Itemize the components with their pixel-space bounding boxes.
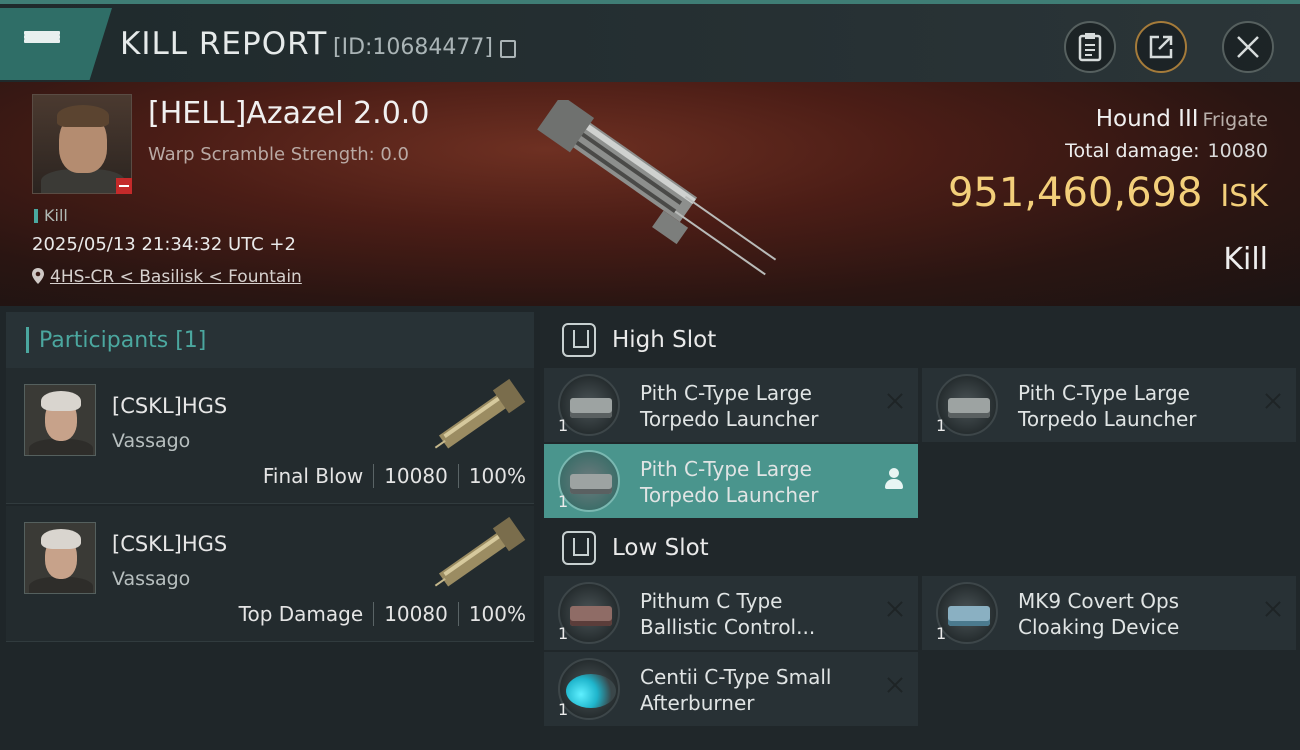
destroyed-x-icon	[884, 598, 906, 620]
kill-type: Kill	[1223, 242, 1268, 277]
participant-name: [CSKL]HGS	[112, 532, 228, 556]
close-icon	[1237, 36, 1259, 58]
menu-button[interactable]	[0, 8, 112, 80]
page-title: KILL REPORT	[120, 26, 328, 62]
participant-stats: Final Blow 10080 100%	[263, 464, 526, 488]
participant-avatar[interactable]	[24, 384, 96, 456]
high-slot-header: High Slot	[544, 310, 1294, 370]
destroyed-x-icon	[884, 674, 906, 696]
module-qty: 1	[558, 624, 569, 643]
victim-name: [HELL]Azazel 2.0.0	[148, 96, 430, 131]
participant-percent: 100%	[468, 464, 526, 488]
participants-title: Participants [1]	[39, 327, 207, 353]
participant-damage: 10080	[384, 464, 448, 488]
participants-header: Participants [1]	[6, 312, 534, 368]
module-qty: 1	[558, 492, 569, 511]
low-slot-header: Low Slot	[544, 518, 1294, 578]
destroyed-x-icon	[1262, 390, 1284, 412]
dropped-person-icon	[884, 468, 904, 490]
participant-stats: Top Damage 10080 100%	[239, 602, 526, 626]
module-name: MK9 Covert Ops Cloaking Device	[1018, 589, 1180, 639]
module-item[interactable]: 1 Pith C-Type Large Torpedo Launcher	[922, 368, 1296, 442]
victim-ship: Hound III Frigate	[1096, 106, 1268, 132]
victim-ship-name: Hound III	[1095, 106, 1199, 132]
module-item[interactable]: 1 Pith C-Type Large Torpedo Launcher	[544, 368, 918, 442]
module-name: Pith C-Type Large Torpedo Launcher	[640, 381, 819, 431]
module-item-selected[interactable]: 1 Pith C-Type Large Torpedo Launcher	[544, 444, 918, 518]
warp-scramble-strength: Warp Scramble Strength: 0.0	[148, 144, 410, 165]
participant-damage: 10080	[384, 602, 448, 626]
module-item[interactable]: 1 Centii C-Type Small Afterburner	[544, 652, 918, 726]
total-damage-value: 10080	[1207, 140, 1268, 162]
kill-id: [ID:10684477]	[333, 35, 493, 60]
clipboard-icon	[1078, 33, 1102, 62]
participant-percent: 100%	[468, 602, 526, 626]
close-button[interactable]	[1222, 21, 1274, 73]
module-item[interactable]: 1 Pithum C Type Ballistic Control...	[544, 576, 918, 650]
top-bar: KILL REPORT [ID:10684477]	[0, 0, 1300, 82]
hamburger-icon	[24, 31, 60, 57]
isk-unit: ISK	[1220, 179, 1268, 214]
copy-icon[interactable]	[500, 40, 516, 58]
module-name: Pith C-Type Large Torpedo Launcher	[640, 457, 819, 507]
destroyed-x-icon	[884, 390, 906, 412]
module-qty: 1	[936, 416, 947, 435]
participant-ship: Vassago	[112, 568, 191, 590]
participant-ship-image	[434, 378, 526, 449]
module-qty: 1	[558, 700, 569, 719]
participant-row[interactable]: [CSKL]HGS Vassago Top Damage 10080 100%	[6, 506, 534, 642]
kill-tag: Kill	[34, 206, 68, 225]
share-button[interactable]	[1135, 21, 1187, 73]
participant-name: [CSKL]HGS	[112, 394, 228, 418]
participant-ship: Vassago	[112, 430, 191, 452]
location-pin-icon	[32, 268, 44, 284]
module-name: Centii C-Type Small Afterburner	[640, 665, 832, 715]
kill-datetime: 2025/05/13 21:34:32 UTC +2	[32, 234, 296, 255]
share-icon	[1149, 35, 1173, 59]
module-qty: 1	[558, 416, 569, 435]
participant-role: Top Damage	[238, 602, 364, 626]
total-damage: Total damage: 10080	[1065, 140, 1268, 162]
low-slot-icon	[562, 531, 596, 565]
isk-value: 951,460,698 ISK	[947, 170, 1268, 216]
kill-location[interactable]: 4HS-CR < Basilisk < Fountain	[32, 267, 302, 287]
location-link[interactable]: 4HS-CR < Basilisk < Fountain	[50, 267, 302, 287]
victim-banner: [HELL]Azazel 2.0.0 Warp Scramble Strengt…	[0, 82, 1300, 306]
participant-row[interactable]: [CSKL]HGS Vassago Final Blow 10080 100%	[6, 368, 534, 504]
participant-avatar[interactable]	[24, 522, 96, 594]
destroyed-x-icon	[1262, 598, 1284, 620]
victim-ship-class: Frigate	[1202, 109, 1268, 131]
participant-ship-image	[434, 516, 526, 587]
module-item[interactable]: 1 MK9 Covert Ops Cloaking Device	[922, 576, 1296, 650]
module-qty: 1	[936, 624, 947, 643]
module-name: Pith C-Type Large Torpedo Launcher	[1018, 381, 1197, 431]
participants-panel: Participants [1] [CSKL]HGS Vassago Final…	[0, 306, 540, 750]
fitting-panel: High Slot 1 Pith C-Type Large Torpedo Lau…	[540, 306, 1300, 750]
high-slot-icon	[562, 323, 596, 357]
kill-marker-icon	[34, 209, 38, 223]
minus-badge-icon	[116, 178, 132, 194]
clipboard-button[interactable]	[1064, 21, 1116, 73]
participant-role: Final Blow	[262, 464, 364, 488]
module-name: Pithum C Type Ballistic Control...	[640, 589, 816, 639]
victim-ship-image	[537, 100, 777, 276]
